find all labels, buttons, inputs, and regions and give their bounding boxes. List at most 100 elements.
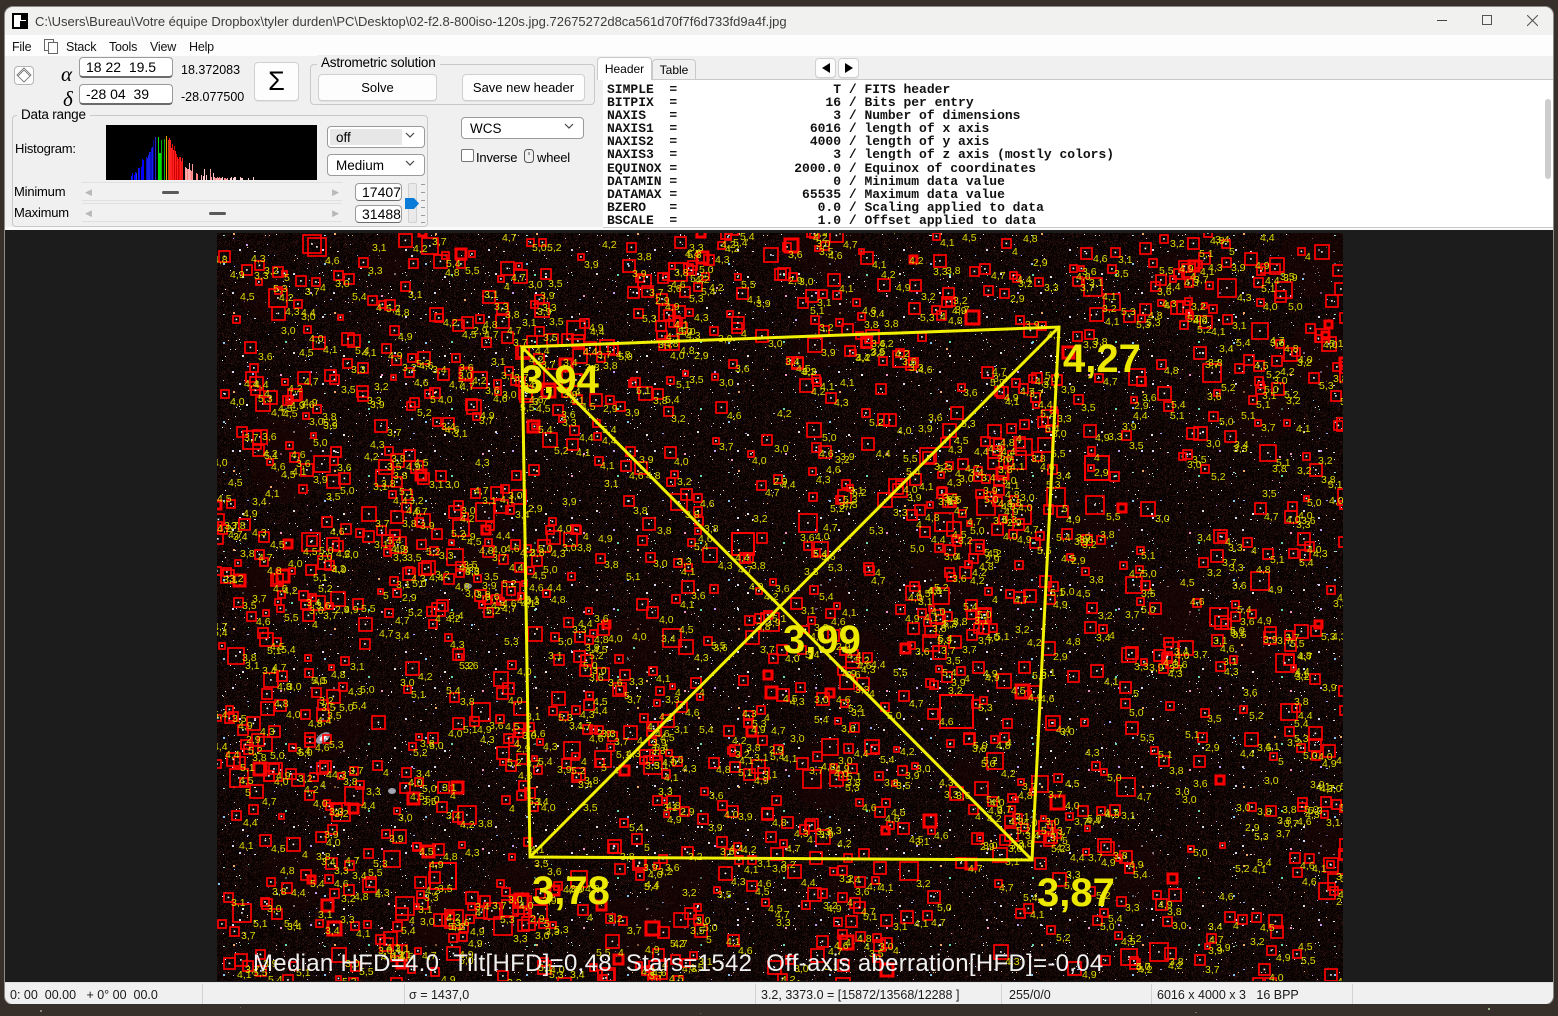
svg-text:3,2: 3,2 [753, 513, 768, 525]
svg-text:3,7: 3,7 [941, 619, 956, 631]
svg-text:4,6: 4,6 [1219, 891, 1234, 903]
svg-text:4: 4 [647, 721, 653, 733]
svg-text:3,9: 3,9 [1231, 262, 1246, 274]
svg-text:3,2: 3,2 [1015, 624, 1030, 636]
svg-text:4: 4 [1016, 433, 1022, 445]
svg-text:3,1: 3,1 [1232, 320, 1247, 332]
svg-text:4,6: 4,6 [826, 464, 841, 476]
svg-text:2,9: 2,9 [530, 913, 545, 925]
svg-text:5,1: 5,1 [676, 379, 691, 391]
svg-text:4: 4 [1305, 251, 1311, 263]
svg-text:4,6: 4,6 [819, 448, 834, 460]
svg-text:3,1: 3,1 [318, 909, 333, 921]
svg-text:3,5: 3,5 [1114, 268, 1129, 280]
svg-text:5,4: 5,4 [629, 822, 644, 834]
svg-text:4: 4 [764, 712, 770, 724]
svg-text:5,2: 5,2 [248, 745, 263, 757]
svg-text:3,2: 3,2 [1207, 567, 1222, 579]
svg-text:4,2: 4,2 [837, 838, 852, 850]
svg-text:3,3: 3,3 [1108, 431, 1123, 443]
svg-text:3,8: 3,8 [603, 360, 618, 372]
svg-text:4,4: 4,4 [1260, 233, 1275, 244]
svg-text:4,6: 4,6 [273, 583, 288, 595]
svg-text:3,0: 3,0 [816, 238, 831, 250]
svg-text:5,5: 5,5 [893, 667, 908, 679]
svg-text:3,6: 3,6 [775, 583, 790, 595]
svg-text:3,8: 3,8 [242, 652, 257, 664]
svg-text:3,2: 3,2 [948, 685, 963, 697]
svg-text:4: 4 [975, 811, 981, 823]
svg-text:3,0: 3,0 [420, 916, 435, 928]
svg-text:4,7: 4,7 [991, 270, 1006, 282]
svg-text:4,3: 4,3 [1056, 842, 1071, 854]
svg-text:4,9: 4,9 [429, 859, 444, 871]
svg-text:4,6: 4,6 [1093, 253, 1108, 265]
svg-text:4,8: 4,8 [1018, 790, 1033, 802]
svg-text:5,0: 5,0 [313, 437, 328, 449]
svg-text:5,1: 5,1 [1158, 749, 1173, 761]
svg-text:5,4: 5,4 [352, 700, 367, 712]
svg-text:3,8: 3,8 [746, 742, 761, 754]
svg-text:5,1: 5,1 [1141, 550, 1156, 562]
svg-text:3,9: 3,9 [584, 259, 599, 271]
svg-text:4,2: 4,2 [443, 317, 458, 329]
svg-text:5: 5 [245, 787, 251, 799]
svg-text:4,6: 4,6 [445, 424, 460, 436]
svg-text:5,0: 5,0 [1141, 604, 1156, 616]
svg-text:3,0: 3,0 [508, 894, 523, 906]
svg-text:5,3: 5,3 [1319, 380, 1334, 392]
svg-text:4,4: 4,4 [1133, 410, 1148, 422]
svg-text:3,0: 3,0 [309, 416, 324, 428]
svg-text:4,4: 4,4 [509, 562, 524, 574]
svg-text:4,4: 4,4 [801, 877, 816, 889]
svg-text:4,9: 4,9 [230, 269, 245, 281]
svg-text:4,6: 4,6 [757, 878, 772, 890]
svg-text:4,3: 4,3 [718, 560, 733, 572]
svg-text:3,2: 3,2 [1170, 238, 1185, 250]
svg-text:4,1: 4,1 [323, 344, 338, 356]
svg-text:4,2: 4,2 [336, 548, 351, 560]
svg-text:5,0: 5,0 [1129, 707, 1144, 719]
svg-text:3,8: 3,8 [476, 589, 491, 601]
svg-text:4,1: 4,1 [265, 488, 280, 500]
svg-text:4,6: 4,6 [700, 498, 715, 510]
svg-text:4,9: 4,9 [988, 443, 1003, 455]
svg-text:3,4: 3,4 [855, 352, 870, 364]
svg-text:3,9: 3,9 [1263, 634, 1278, 646]
svg-text:4,6: 4,6 [414, 377, 429, 389]
svg-text:3,1: 3,1 [674, 724, 689, 736]
svg-text:4,0: 4,0 [230, 396, 245, 408]
svg-text:4,1: 4,1 [656, 673, 671, 685]
svg-text:2,9: 2,9 [1336, 896, 1343, 908]
svg-text:5,2: 5,2 [1056, 932, 1071, 944]
svg-text:3,1: 3,1 [372, 242, 387, 254]
svg-text:4,0: 4,0 [724, 809, 739, 821]
svg-text:5,0: 5,0 [1107, 772, 1122, 784]
svg-text:4,8: 4,8 [925, 512, 940, 524]
svg-text:3,0: 3,0 [445, 479, 460, 491]
svg-text:5,4: 5,4 [770, 751, 785, 763]
svg-text:5,3: 5,3 [978, 702, 993, 714]
svg-text:3,8: 3,8 [478, 818, 493, 830]
svg-text:3,9: 3,9 [632, 268, 647, 280]
svg-text:3,4: 3,4 [306, 597, 321, 609]
svg-text:3,7: 3,7 [1048, 789, 1063, 801]
svg-text:5,5: 5,5 [711, 640, 726, 652]
svg-text:5,0: 5,0 [1100, 921, 1115, 933]
svg-text:4,2: 4,2 [987, 548, 1002, 560]
svg-text:3,4: 3,4 [475, 901, 490, 913]
svg-text:3,0: 3,0 [1172, 920, 1187, 932]
svg-text:2,9: 2,9 [1205, 742, 1220, 754]
svg-text:3,7: 3,7 [432, 236, 447, 248]
svg-text:4,6: 4,6 [918, 364, 933, 376]
svg-text:5,1: 5,1 [1170, 410, 1185, 422]
svg-text:4,0: 4,0 [1263, 301, 1278, 313]
svg-text:4,1: 4,1 [739, 755, 754, 767]
svg-text:3,1: 3,1 [1326, 817, 1341, 829]
svg-text:3,1: 3,1 [763, 769, 778, 781]
svg-text:4,4: 4,4 [361, 800, 376, 812]
svg-text:4,7: 4,7 [345, 855, 360, 867]
svg-text:4,9: 4,9 [1276, 952, 1291, 964]
svg-text:3,8: 3,8 [402, 518, 417, 530]
svg-text:3,8: 3,8 [240, 548, 255, 560]
